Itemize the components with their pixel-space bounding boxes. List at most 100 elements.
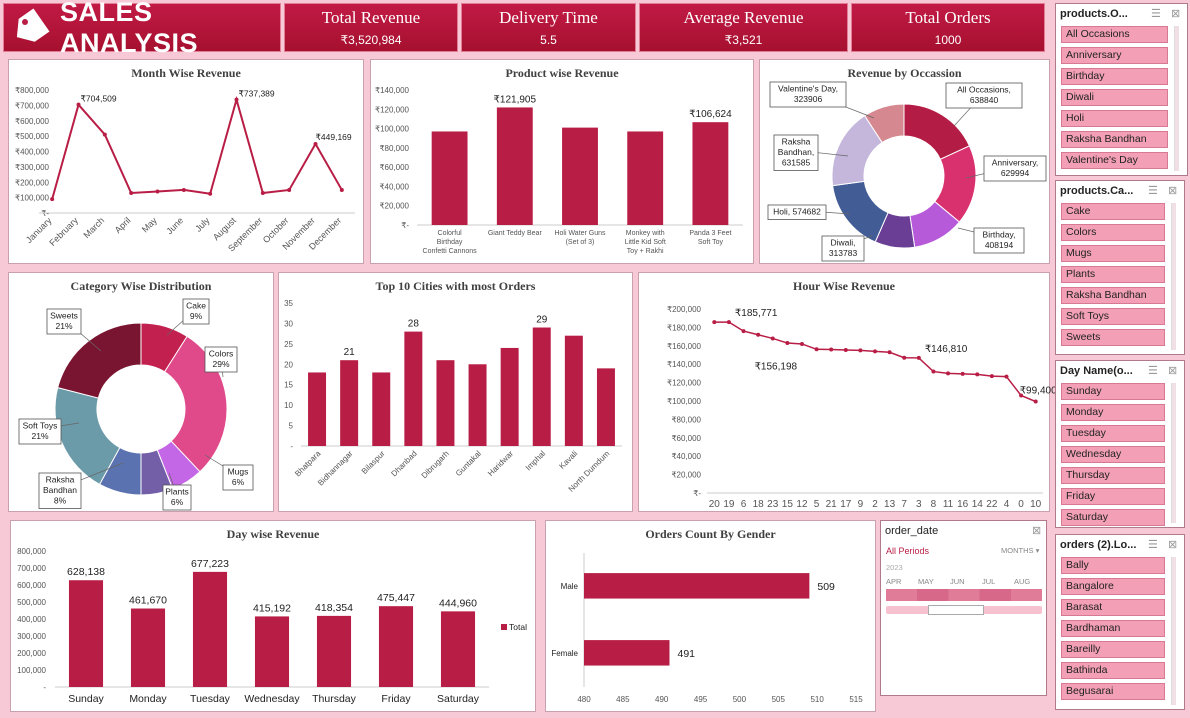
slicer-item[interactable]: Begusarai xyxy=(1061,683,1165,700)
order-location-slicer[interactable]: orders (2).Lo... ☰ ⊠ Bally Bangalore Barasat B… xyxy=(1055,534,1185,710)
slicer-item[interactable]: Bangalore xyxy=(1061,578,1165,595)
data-label: 29 xyxy=(536,315,548,326)
slicer-scrollbar[interactable] xyxy=(1171,383,1176,523)
slicer-item[interactable]: Friday xyxy=(1061,488,1165,505)
slicer-item[interactable]: Cake xyxy=(1061,203,1165,220)
clear-filter-icon[interactable]: ⊠ xyxy=(1168,364,1177,377)
slicer-scrollbar[interactable] xyxy=(1171,203,1176,350)
data-point xyxy=(785,341,790,346)
data-label: ₹185,771 xyxy=(735,308,778,319)
clear-filter-icon[interactable]: ⊠ xyxy=(1168,538,1177,551)
slicer-item[interactable]: Diwali xyxy=(1061,89,1168,106)
slicer-item[interactable]: Tuesday xyxy=(1061,425,1165,442)
occasion-revenue-panel: Revenue by Occassion All Occasions, 63884… xyxy=(759,59,1050,264)
kpi-label: Total Revenue xyxy=(321,8,421,27)
data-label: 461,670 xyxy=(129,595,167,607)
data-point xyxy=(313,141,318,146)
order-date-timeline[interactable]: order_date ⊠ All Periods MONTHS ▾ 2023 A… xyxy=(880,520,1047,696)
slicer-item[interactable]: Mugs xyxy=(1061,245,1165,262)
data-label: 475,447 xyxy=(377,592,415,604)
y-tick-label: ₹180,000 xyxy=(667,323,702,332)
timeline-scroll-thumb[interactable] xyxy=(928,605,984,615)
data-point xyxy=(916,355,921,360)
day-name-slicer[interactable]: Day Name(o... ☰ ⊠ Sunday Monday Tuesday Wednes… xyxy=(1055,360,1185,528)
slicer-item[interactable]: Bally xyxy=(1061,557,1165,574)
data-label: 21 xyxy=(344,347,356,358)
products-occasion-slicer[interactable]: products.O... ☰ ⊠ All Occasions Anniversary B… xyxy=(1055,3,1188,176)
slicer-item[interactable]: Bareilly xyxy=(1061,641,1165,658)
slicer-scrollbar[interactable] xyxy=(1174,26,1179,171)
slicer-item[interactable]: Thursday xyxy=(1061,467,1165,484)
slicer-item[interactable]: Valentine's Day xyxy=(1061,152,1168,169)
x-tick-label: Thursday xyxy=(312,693,357,705)
x-tick-label: 12 xyxy=(796,499,808,510)
slicer-item[interactable]: Birthday xyxy=(1061,68,1168,85)
data-point xyxy=(287,187,292,192)
slicer-item[interactable]: Saturday xyxy=(1061,509,1165,526)
y-tick-label: ₹400,000 xyxy=(15,148,50,157)
x-tick-label: Colorful Birthday Confetti Cannons xyxy=(423,230,478,255)
x-tick-label: Dhanbad xyxy=(389,449,418,478)
y-tick-label: ₹120,000 xyxy=(375,105,410,114)
slicer-item[interactable]: Plants xyxy=(1061,266,1165,283)
slicer-item[interactable]: Barasat xyxy=(1061,599,1165,616)
y-tick-label: ₹- xyxy=(401,221,409,230)
slicer-item[interactable]: Raksha Bandhan xyxy=(1061,287,1165,304)
timeline-month: AUG xyxy=(1014,577,1031,586)
slicer-item[interactable]: All Occasions xyxy=(1061,26,1168,43)
multi-select-icon[interactable]: ☰ xyxy=(1148,364,1158,377)
data-label: ₹146,810 xyxy=(925,344,968,355)
clear-filter-icon[interactable]: ⊠ xyxy=(1171,7,1180,20)
slicer-header: Day Name(o... xyxy=(1060,365,1133,377)
multi-select-icon[interactable]: ☰ xyxy=(1148,184,1158,197)
multi-select-icon[interactable]: ☰ xyxy=(1151,7,1161,20)
data-point xyxy=(931,369,936,374)
bar xyxy=(372,372,391,446)
data-label: ₹449,169 xyxy=(316,132,352,142)
clear-filter-icon[interactable]: ⊠ xyxy=(1032,524,1041,537)
slicer-item[interactable]: Monday xyxy=(1061,404,1165,421)
x-tick-label: 14 xyxy=(972,499,984,510)
clear-filter-icon[interactable]: ⊠ xyxy=(1168,184,1177,197)
data-label: 418,354 xyxy=(315,602,353,614)
bar xyxy=(192,571,228,687)
y-tick-label: 700,000 xyxy=(17,564,46,573)
y-tick-label: ₹140,000 xyxy=(667,360,702,369)
data-point xyxy=(208,191,213,196)
slicer-item[interactable]: Holi xyxy=(1061,110,1168,127)
data-label: ₹99,400 xyxy=(1020,386,1057,397)
data-point xyxy=(770,336,775,341)
slicer-scrollbar[interactable] xyxy=(1171,557,1176,705)
x-tick-label: Monkey with Little Kid Soft Toy + Rakhi xyxy=(625,230,666,255)
timeline-scrollbar[interactable] xyxy=(886,605,1042,615)
kpi-label: Total Orders xyxy=(905,8,991,27)
x-tick-label: 5 xyxy=(814,499,820,510)
slicer-item[interactable]: Sweets xyxy=(1061,329,1165,346)
slicer-item[interactable]: Bathinda xyxy=(1061,662,1165,679)
bar xyxy=(500,347,519,446)
x-tick-label: June xyxy=(164,215,185,236)
slicer-item[interactable]: Sunday xyxy=(1061,383,1165,400)
slicer-item[interactable]: Raksha Bandhan xyxy=(1061,131,1168,148)
y-tick-label: ₹160,000 xyxy=(667,342,702,351)
bar xyxy=(564,335,583,446)
slicer-item[interactable]: Colors xyxy=(1061,224,1165,241)
y-tick-label: ₹20,000 xyxy=(671,471,701,480)
x-tick-label: Friday xyxy=(381,693,411,705)
slicer-item[interactable]: Wednesday xyxy=(1061,446,1165,463)
bar xyxy=(627,131,664,225)
slicer-header: orders (2).Lo... xyxy=(1060,539,1137,551)
y-tick-label: Male xyxy=(561,582,579,591)
y-tick-label: 300,000 xyxy=(17,632,46,641)
timeline-unit-select[interactable]: MONTHS ▾ xyxy=(1001,546,1039,555)
slicer-item[interactable]: Anniversary xyxy=(1061,47,1168,64)
slicer-item[interactable]: Soft Toys xyxy=(1061,308,1165,325)
data-point xyxy=(989,374,994,379)
multi-select-icon[interactable]: ☰ xyxy=(1148,538,1158,551)
y-tick-label: ₹800,000 xyxy=(15,86,50,95)
products-category-slicer[interactable]: products.Ca... ☰ ⊠ Cake Colors Mugs Plants Raks… xyxy=(1055,180,1185,355)
page-title: SALES ANALYSIS xyxy=(60,0,199,58)
slicer-item[interactable]: Bardhaman xyxy=(1061,620,1165,637)
timeline-bar[interactable] xyxy=(886,589,1042,601)
bar xyxy=(596,368,615,446)
